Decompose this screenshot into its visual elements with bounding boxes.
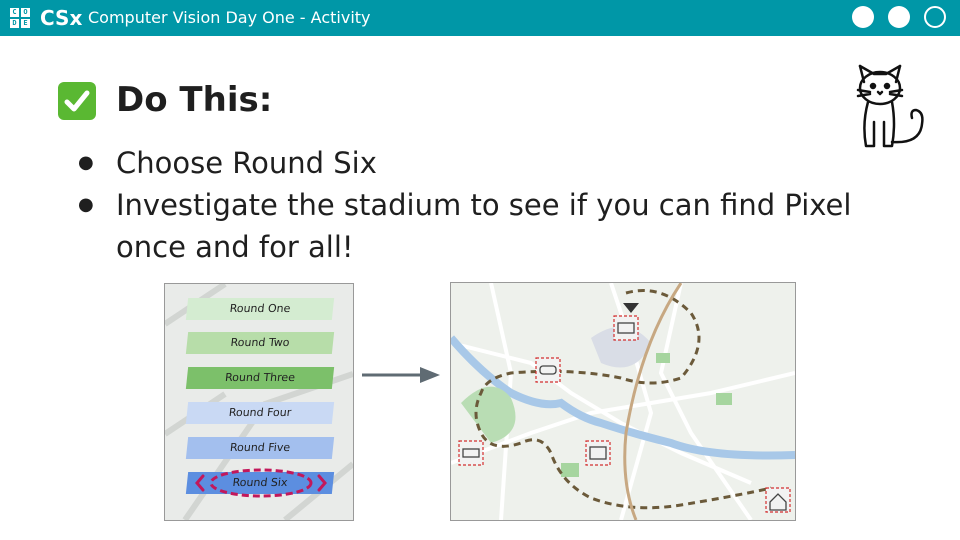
progress-dots [852,6,946,28]
round-five-button[interactable]: Round Five [185,437,335,459]
progress-dot-empty [924,6,946,28]
round-menu-panel: Round One Round Two Round Three Round Fo… [164,283,354,521]
cat-icon [856,64,924,148]
logo-letter: D [10,19,19,28]
right-arrow-icon [362,367,440,383]
instruction-item: Choose Round Six [78,142,898,184]
check-mark-icon [58,82,96,120]
logo-letter: O [21,8,30,17]
round-three-button[interactable]: Round Three [185,367,335,389]
header-bar: C O D E CSx Computer Vision Day One - Ac… [0,0,960,36]
instruction-item: Investigate the stadium to see if you ca… [78,184,898,268]
code-logo-icon: C O D E [10,8,30,28]
round-two-button[interactable]: Round Two [185,332,335,354]
progress-dot-filled [888,6,910,28]
page-title: Computer Vision Day One - Activity [88,8,371,27]
round-four-button[interactable]: Round Four [185,402,335,424]
round-one-button[interactable]: Round One [185,298,335,320]
brand-name: CSx [40,6,83,30]
progress-dot-filled [852,6,874,28]
city-map[interactable] [450,282,796,521]
instruction-heading: Do This: [116,80,273,120]
map-drawing [451,283,795,520]
logo-letter: C [10,8,19,17]
instruction-list: Choose Round Six Investigate the stadium… [78,142,898,268]
round-six-button[interactable]: Round Six [185,472,335,494]
logo-letter: E [21,19,30,28]
